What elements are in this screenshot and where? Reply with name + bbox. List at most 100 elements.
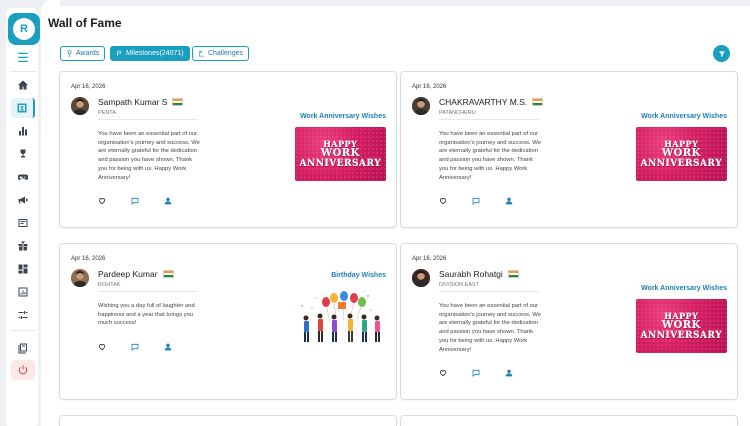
- tab-awards[interactable]: Awards: [60, 46, 106, 61]
- person-photo: [71, 97, 89, 115]
- user-avatar[interactable]: R: [8, 13, 40, 45]
- sidebar-divider: [10, 71, 36, 72]
- person-location: ROHTAK: [98, 282, 121, 288]
- trophy-icon[interactable]: [11, 144, 35, 164]
- filter-button[interactable]: [713, 45, 730, 62]
- avatar-letter: R: [13, 18, 35, 40]
- tab-label: Challenges: [208, 50, 244, 57]
- avatar[interactable]: [71, 97, 89, 115]
- tab-challenges[interactable]: Challenges: [192, 46, 250, 61]
- profile-button[interactable]: [164, 197, 172, 205]
- wish-message: You have been an essential part of our o…: [98, 131, 200, 181]
- india-flag-icon: [532, 98, 544, 106]
- person-name[interactable]: Saurabh Rohatgi: [439, 269, 503, 279]
- banner-line: WORK: [662, 148, 701, 159]
- gift-icon[interactable]: [11, 236, 35, 256]
- card-partial: [400, 415, 738, 426]
- banner-line: ANNIVERSARY: [640, 331, 723, 341]
- comment-button[interactable]: [131, 343, 139, 351]
- work-anniversary-banner: HAPPY WORK ANNIVERSARY: [636, 299, 727, 353]
- birthday-illustration: [301, 291, 380, 342]
- heart-icon: [98, 198, 106, 205]
- profile-button[interactable]: [505, 197, 513, 205]
- heart-icon: [439, 370, 447, 377]
- library-icon[interactable]: [11, 338, 35, 358]
- person-name[interactable]: CHAKRAVARTHY M.S.: [439, 97, 527, 107]
- settings-sliders-icon[interactable]: [11, 305, 35, 325]
- divider: [98, 119, 198, 120]
- card-partial: [59, 415, 397, 426]
- card-actions: [439, 197, 538, 205]
- banner-line: WORK: [321, 148, 360, 159]
- wish-message: Wishing you a day full of laughter and h…: [98, 303, 195, 327]
- profile-button[interactable]: [505, 369, 513, 377]
- person-icon: [505, 369, 513, 377]
- catalog-icon[interactable]: [11, 213, 35, 233]
- avatar[interactable]: [412, 269, 430, 287]
- avatar[interactable]: [71, 269, 89, 287]
- india-flag-icon: [172, 98, 184, 106]
- person-name[interactable]: Sampath Kumar S: [98, 97, 167, 107]
- like-button[interactable]: [439, 197, 447, 205]
- banner-line: ANNIVERSARY: [640, 159, 723, 169]
- wish-card: Apr 16, 2026 CHAKRAVARTHY M.S. PATANCHER…: [400, 71, 738, 228]
- flag-icon: [117, 50, 122, 57]
- wish-type: Birthday Wishes: [331, 272, 386, 279]
- comment-button[interactable]: [472, 197, 480, 205]
- comment-icon: [472, 369, 480, 377]
- like-button[interactable]: [98, 343, 106, 351]
- wish-card: Apr 16, 2026 Sampath Kumar S PENTA You h…: [59, 71, 397, 228]
- power-icon[interactable]: [11, 360, 35, 380]
- menu-icon[interactable]: ☰: [10, 48, 36, 68]
- wish-date: Apr 16, 2026: [412, 84, 447, 90]
- tab-label: Milestones(24071): [126, 50, 184, 57]
- divider: [439, 119, 539, 120]
- wish-type: Work Anniversary Wishes: [641, 113, 727, 120]
- tab-milestones[interactable]: Milestones(24071): [110, 46, 190, 61]
- card-actions: [98, 197, 197, 205]
- person-photo: [412, 97, 430, 115]
- person-name-row: Saurabh Rohatgi: [439, 269, 519, 279]
- person-location: PENTA: [98, 110, 116, 116]
- person-name-row: Pardeep Kumar: [98, 269, 174, 279]
- wish-date: Apr 16, 2026: [412, 256, 447, 262]
- avatar[interactable]: [412, 97, 430, 115]
- card-actions: [439, 369, 538, 377]
- reports-icon[interactable]: [11, 282, 35, 302]
- sidebar-divider: [10, 330, 36, 331]
- wish-card: Apr 16, 2026 Pardeep Kumar ROHTAK Wishin…: [59, 243, 397, 400]
- like-button[interactable]: [98, 197, 106, 205]
- filter-icon: [718, 50, 725, 57]
- award-icon: [67, 50, 72, 57]
- person-photo: [71, 269, 89, 287]
- banner-line: ANNIVERSARY: [299, 159, 382, 169]
- analytics-icon[interactable]: [11, 121, 35, 141]
- megaphone-icon[interactable]: [11, 190, 35, 210]
- dashboard-icon[interactable]: [11, 259, 35, 279]
- profile-button[interactable]: [164, 343, 172, 351]
- comment-button[interactable]: [131, 197, 139, 205]
- person-icon: [164, 343, 172, 351]
- wish-date: Apr 16, 2026: [71, 84, 106, 90]
- work-anniversary-banner: HAPPY WORK ANNIVERSARY: [295, 127, 386, 181]
- person-name-row: CHAKRAVARTHY M.S.: [439, 97, 544, 107]
- gamepad-icon[interactable]: [11, 167, 35, 187]
- person-name-row: Sampath Kumar S: [98, 97, 184, 107]
- wish-type: Work Anniversary Wishes: [641, 285, 727, 292]
- home-icon[interactable]: [11, 75, 35, 95]
- like-button[interactable]: [439, 369, 447, 377]
- comment-icon: [472, 197, 480, 205]
- comment-button[interactable]: [472, 369, 480, 377]
- divider: [98, 291, 198, 292]
- person-icon: [164, 197, 172, 205]
- work-anniversary-banner: HAPPY WORK ANNIVERSARY: [636, 127, 727, 181]
- wall-of-fame-icon[interactable]: [11, 98, 35, 118]
- heart-icon: [439, 198, 447, 205]
- card-actions: [98, 343, 197, 351]
- challenge-icon: [198, 50, 205, 57]
- page-title: Wall of Fame: [48, 16, 122, 30]
- tab-label: Awards: [76, 50, 100, 57]
- person-location: PATANCHERU: [439, 110, 476, 116]
- person-name[interactable]: Pardeep Kumar: [98, 269, 158, 279]
- wish-type: Work Anniversary Wishes: [300, 113, 386, 120]
